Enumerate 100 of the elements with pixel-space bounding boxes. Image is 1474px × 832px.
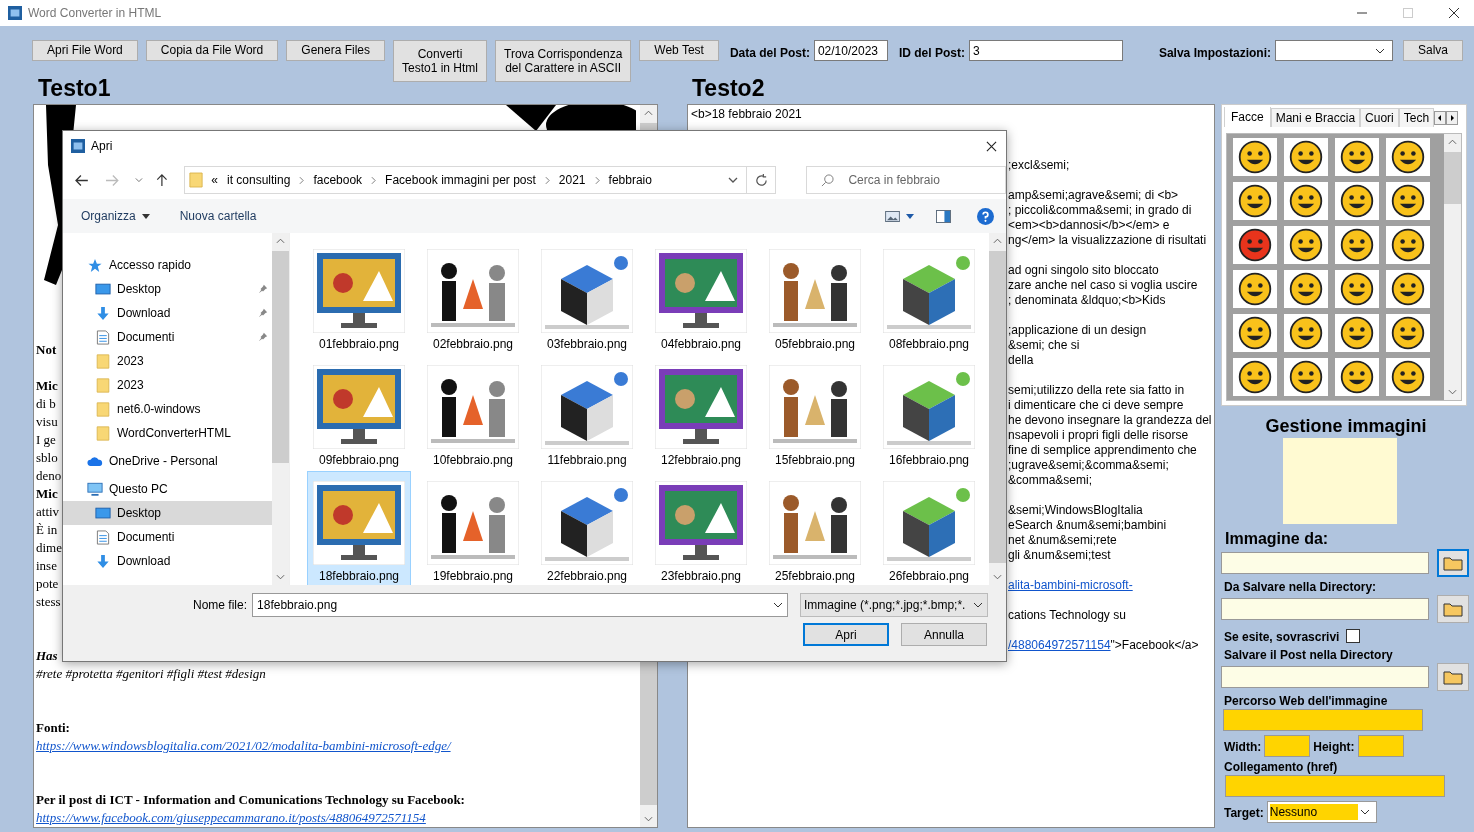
scroll-up-icon[interactable] <box>1448 139 1457 145</box>
scroll-up-icon[interactable] <box>644 110 653 116</box>
file-item[interactable]: 09febbraio.png <box>307 355 411 471</box>
emoji-cell[interactable] <box>1386 270 1430 308</box>
emoji-cell[interactable] <box>1233 358 1277 396</box>
tab[interactable]: Cuori <box>1360 108 1399 127</box>
target-dropdown[interactable]: Nessuno <box>1266 801 1377 823</box>
input-field[interactable] <box>1221 598 1429 620</box>
source-link[interactable]: https://www.windowsblogitalia.com/2021/02/modalita-bambini-microsoft-edge/ <box>36 737 451 755</box>
emoji-cell[interactable] <box>1284 358 1328 396</box>
file-item[interactable]: 25febbraio.png <box>763 471 867 587</box>
pin-icon[interactable] <box>258 308 268 318</box>
nav-item[interactable]: Download <box>63 549 272 573</box>
filename-field[interactable]: 18febbraio.png <box>252 593 788 617</box>
emoji-cell[interactable] <box>1335 358 1379 396</box>
caret-icon[interactable] <box>906 213 914 219</box>
refresh-button[interactable] <box>746 166 777 194</box>
save-button[interactable]: Salva <box>1402 40 1463 61</box>
emoji-cell[interactable] <box>1284 314 1328 352</box>
emoji-cell[interactable] <box>1284 226 1328 264</box>
file-item[interactable]: 26febbraio.png <box>877 471 981 587</box>
folder-button[interactable] <box>1437 663 1469 691</box>
file-item[interactable]: 15febbraio.png <box>763 355 867 471</box>
toolbar-button[interactable]: Trova Corrispondenza del Carattere in ASCII <box>495 40 632 82</box>
emoji-cell[interactable] <box>1284 182 1328 220</box>
file-item[interactable]: 05febbraio.png <box>763 239 867 355</box>
close-icon[interactable] <box>1448 7 1460 19</box>
nav-item[interactable]: Documenti <box>63 525 272 549</box>
open-button[interactable]: Apri <box>803 623 889 646</box>
pin-icon[interactable] <box>258 332 268 342</box>
nav-item[interactable]: 2023 <box>63 349 272 373</box>
id-field[interactable]: 3 <box>968 40 1123 61</box>
emoji-cell[interactable] <box>1233 314 1277 352</box>
emoji-cell[interactable] <box>1335 226 1379 264</box>
file-item[interactable]: 10febbraio.png <box>421 355 525 471</box>
file-item[interactable]: 11febbraio.png <box>535 355 639 471</box>
scrollbar[interactable] <box>1444 134 1461 400</box>
emoji-cell[interactable] <box>1284 270 1328 308</box>
nav-item[interactable]: Download <box>63 301 272 325</box>
file-item[interactable]: 04febbraio.png <box>649 239 753 355</box>
input-field[interactable] <box>1223 709 1423 731</box>
emoji-cell[interactable] <box>1386 226 1430 264</box>
nav-item[interactable]: OneDrive - Personal <box>63 449 272 473</box>
folder-button[interactable] <box>1437 549 1469 577</box>
date-field[interactable]: 02/10/2023 <box>813 40 888 61</box>
emoji-cell[interactable] <box>1335 270 1379 308</box>
nav-item[interactable]: Desktop <box>63 501 272 525</box>
html-link[interactable]: /488064972571154 <box>1008 638 1111 653</box>
scrollbar[interactable] <box>272 233 289 585</box>
input-field[interactable] <box>1221 666 1429 688</box>
folder-button[interactable] <box>1437 595 1469 623</box>
tab[interactable]: Mani e Braccia <box>1270 108 1361 127</box>
emoji-cell[interactable] <box>1386 182 1430 220</box>
emoji-cell[interactable] <box>1284 138 1328 176</box>
file-item[interactable]: 19febbraio.png <box>421 471 525 587</box>
checkbox[interactable] <box>1346 629 1361 643</box>
nav-item[interactable]: WordConverterHTML <box>63 421 272 445</box>
file-item[interactable]: 23febbraio.png <box>649 471 753 587</box>
file-item[interactable]: 16febbraio.png <box>877 355 981 471</box>
search-field[interactable]: Cerca in febbraio <box>806 166 1006 194</box>
scroll-down-icon[interactable] <box>993 574 1002 580</box>
input-field[interactable] <box>1264 735 1311 757</box>
nav-item[interactable]: Questo PC <box>63 477 272 501</box>
input-field[interactable] <box>1221 552 1429 574</box>
tab[interactable]: Tech <box>1398 108 1435 127</box>
close-icon[interactable] <box>986 140 997 152</box>
toolbar-button[interactable]: Apri File Word <box>32 40 138 61</box>
emoji-cell[interactable] <box>1386 314 1430 352</box>
file-type-dropdown[interactable]: Immagine (*.png;*.jpg;*.bmp;*. <box>800 593 988 617</box>
nav-item[interactable]: 2023 <box>63 373 272 397</box>
file-item[interactable]: 18febbraio.png <box>307 471 411 587</box>
cancel-button[interactable]: Annulla <box>901 623 987 646</box>
toolbar-button[interactable]: Genera Files <box>286 40 385 61</box>
preview-pane-icon[interactable] <box>936 209 951 223</box>
emoji-cell[interactable] <box>1335 138 1379 176</box>
emoji-cell[interactable] <box>1335 314 1379 352</box>
caret-icon[interactable] <box>727 177 738 183</box>
emoji-cell[interactable] <box>1233 138 1277 176</box>
emoji-cell[interactable] <box>1233 270 1277 308</box>
help-icon[interactable] <box>977 207 994 225</box>
scroll-up-icon[interactable] <box>993 238 1002 244</box>
file-item[interactable]: 08febbraio.png <box>877 239 981 355</box>
emoji-cell[interactable] <box>1386 358 1430 396</box>
scroll-down-icon[interactable] <box>644 816 653 822</box>
html-link[interactable]: alita-bambini-microsoft- <box>1008 578 1133 593</box>
input-field[interactable] <box>1225 775 1445 797</box>
nav-item[interactable]: net6.0-windows <box>63 397 272 421</box>
file-item[interactable]: 12febbraio.png <box>649 355 753 471</box>
scrollbar[interactable] <box>989 233 1006 585</box>
emoji-cell[interactable] <box>1233 226 1277 264</box>
tab[interactable]: Facce <box>1224 107 1271 127</box>
tab-scroll-right-icon[interactable] <box>1446 111 1459 125</box>
nav-item[interactable]: Documenti <box>63 325 272 349</box>
scroll-down-icon[interactable] <box>1448 389 1457 395</box>
settings-dropdown[interactable] <box>1274 40 1393 61</box>
scroll-down-icon[interactable] <box>276 574 285 580</box>
tab-scroll-left-icon[interactable] <box>1434 111 1447 125</box>
source-link[interactable]: https://www.facebook.com/giuseppecammarano.it/posts/488064972571154 <box>36 809 426 827</box>
input-field[interactable] <box>1357 735 1404 757</box>
toolbar-button[interactable]: Copia da File Word <box>145 40 279 61</box>
